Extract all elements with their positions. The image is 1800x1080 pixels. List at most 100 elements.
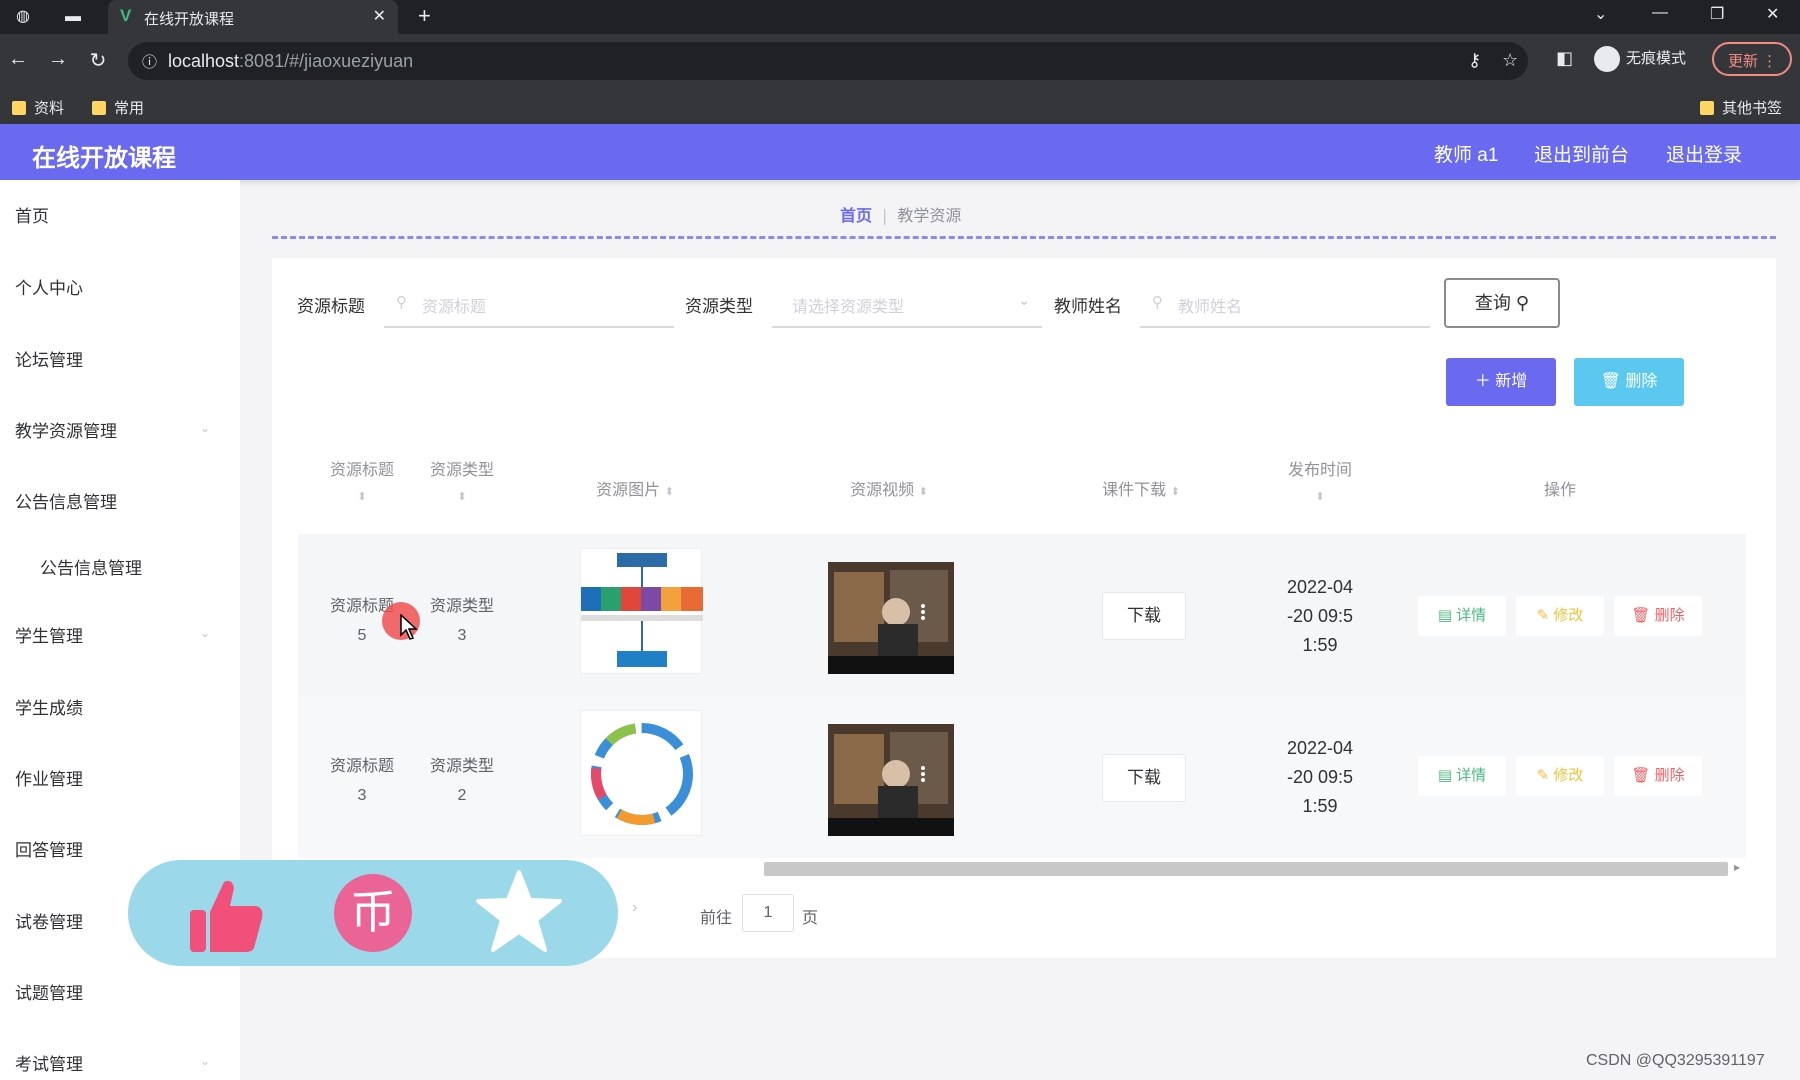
trash-icon: 🗑: [1600, 373, 1621, 390]
new-tab-icon[interactable]: +: [418, 3, 431, 29]
globe-icon[interactable]: ◍: [12, 6, 34, 28]
title-search-input[interactable]: ⚲ 资源标题: [384, 280, 674, 328]
download-button[interactable]: 下载: [1102, 592, 1186, 640]
resource-image[interactable]: [580, 548, 703, 674]
page-jump-input[interactable]: 1: [742, 894, 794, 932]
header-image[interactable]: 资源图片 ⬍: [580, 476, 690, 500]
folder-icon: [92, 101, 106, 115]
header-time[interactable]: 发布时间 ⬍: [1280, 456, 1360, 505]
query-button[interactable]: 查询 ⚲: [1444, 278, 1560, 328]
sidebar-item-questions[interactable]: 试题管理: [15, 979, 83, 1004]
sidebar-item-papers[interactable]: 试卷管理: [15, 908, 83, 933]
update-button[interactable]: 更新 ⋮: [1712, 42, 1792, 76]
download-button[interactable]: 下载: [1102, 754, 1186, 802]
sort-icon[interactable]: ⬍: [665, 485, 674, 498]
key-icon[interactable]: ⚷: [1468, 50, 1481, 71]
chevron-down-icon: ⌄: [1018, 292, 1030, 308]
back-icon[interactable]: ←: [6, 48, 30, 71]
favorite-star-icon[interactable]: [476, 868, 562, 954]
type-select[interactable]: 请选择资源类型 ⌄: [772, 280, 1042, 328]
chevron-down-icon: ⌄: [200, 626, 211, 640]
horizontal-scrollbar[interactable]: [764, 862, 1728, 876]
sidebar-item-resources[interactable]: 教学资源管理: [15, 417, 117, 442]
cell-time: 2022-04 -20 09:5 1:59: [1286, 738, 1354, 816]
app-title: 在线开放课程: [32, 145, 176, 172]
teacher-search-input[interactable]: ⚲ 教师姓名: [1140, 280, 1430, 328]
sidebar-item-home[interactable]: 首页: [15, 202, 49, 227]
browser-tab-bar: ◍ ▬ V 在线开放课程 ✕ + ⌄ — ❐ ✕: [0, 0, 1800, 34]
flowchart-image: [581, 553, 703, 667]
sort-icon[interactable]: ⬍: [1315, 490, 1324, 503]
header-type[interactable]: 资源类型 ⬍: [422, 456, 502, 505]
bookmark-folder[interactable]: 常用: [92, 97, 144, 118]
coin-icon[interactable]: 币: [334, 874, 412, 952]
sort-icon[interactable]: ⬍: [357, 490, 366, 503]
cell-type: 资源类型 2: [429, 758, 494, 804]
document-icon: ▤: [1437, 607, 1452, 624]
chevron-down-icon: ⌄: [200, 421, 211, 435]
incognito-profile[interactable]: 无痕模式: [1594, 46, 1686, 72]
current-user[interactable]: 教师 a1: [1434, 140, 1498, 167]
resource-image[interactable]: [580, 710, 702, 836]
sidebar-item-homework[interactable]: 作业管理: [15, 765, 83, 790]
reload-icon[interactable]: ↻: [86, 48, 110, 73]
plus-icon: ＋: [1474, 373, 1491, 390]
back-to-front-link[interactable]: 退出到前台: [1534, 140, 1629, 167]
sidebar-item-exams[interactable]: 考试管理: [15, 1050, 83, 1075]
sort-icon[interactable]: ⬍: [457, 490, 466, 503]
next-page-icon[interactable]: ›: [632, 899, 637, 917]
sidebar-item-profile[interactable]: 个人中心: [15, 274, 83, 299]
delete-button[interactable]: 🗑 删除: [1614, 596, 1702, 636]
sidebar-item-students[interactable]: 学生管理: [15, 622, 83, 647]
forward-icon[interactable]: →: [46, 48, 70, 71]
sidepanel-icon[interactable]: ◧: [1556, 48, 1573, 69]
sidebar-item-answers[interactable]: 回答管理: [15, 836, 83, 861]
add-button[interactable]: ＋ 新增: [1446, 358, 1556, 406]
search-icon: ⚲: [1515, 293, 1530, 313]
sidebar-item-forum[interactable]: 论坛管理: [15, 346, 83, 371]
restore-icon[interactable]: ❐: [1710, 4, 1724, 24]
folder-icon: [1700, 101, 1714, 115]
edit-button[interactable]: ✎ 修改: [1516, 756, 1604, 796]
thumbs-up-icon[interactable]: [188, 876, 264, 954]
breadcrumb-home[interactable]: 首页: [840, 208, 872, 225]
trash-icon: 🗑: [1631, 767, 1651, 784]
minimize-icon[interactable]: —: [1652, 4, 1668, 22]
close-window-icon[interactable]: ✕: [1766, 4, 1779, 24]
vue-logo-icon: V: [120, 6, 132, 25]
cycle-diagram-image: [591, 723, 693, 825]
resource-video[interactable]: [828, 562, 954, 674]
batch-delete-button[interactable]: 🗑 删除: [1574, 358, 1684, 406]
sidebar-subitem-notices[interactable]: 公告信息管理: [40, 554, 142, 579]
detail-button[interactable]: ▤ 详情: [1418, 596, 1506, 636]
edit-button[interactable]: ✎ 修改: [1516, 596, 1604, 636]
sort-icon[interactable]: ⬍: [919, 485, 928, 498]
bookmark-folder[interactable]: 资料: [12, 97, 64, 118]
video-thumbnail: [828, 562, 954, 674]
close-tab-icon[interactable]: ✕: [373, 6, 386, 26]
site-info-icon[interactable]: ⓘ: [142, 51, 157, 72]
tab-search-icon[interactable]: ⌄: [1594, 4, 1607, 24]
header-download[interactable]: 课件下载 ⬍: [1086, 476, 1196, 500]
detail-button[interactable]: ▤ 详情: [1418, 756, 1506, 796]
header-title[interactable]: 资源标题 ⬍: [322, 456, 402, 505]
pager-goto-label: 前往: [700, 910, 733, 927]
trash-icon: 🗑: [1631, 607, 1651, 624]
url-input[interactable]: ⓘ localhost:8081/#/jiaoxueziyuan ⚷ ☆: [128, 42, 1528, 80]
teacher-label: 教师姓名: [1054, 297, 1122, 316]
header-video[interactable]: 资源视频 ⬍: [834, 476, 944, 500]
delete-button[interactable]: 🗑 删除: [1614, 756, 1702, 796]
bookmark-star-icon[interactable]: ☆: [1502, 50, 1518, 71]
scroll-right-icon[interactable]: ▸: [1734, 860, 1740, 874]
sidebar-item-notices[interactable]: 公告信息管理: [15, 488, 117, 513]
like-coin-favorite-overlay: 币: [128, 860, 618, 966]
window-icon[interactable]: ▬: [62, 6, 84, 28]
sidebar-item-grades[interactable]: 学生成绩: [15, 694, 83, 719]
other-bookmarks[interactable]: 其他书签: [1700, 97, 1782, 118]
resource-video[interactable]: [828, 724, 954, 836]
breadcrumb-separator-icon: ❘: [878, 208, 892, 225]
browser-tab[interactable]: V 在线开放课程 ✕: [108, 0, 398, 34]
logout-link[interactable]: 退出登录: [1666, 140, 1742, 167]
sort-icon[interactable]: ⬍: [1171, 485, 1180, 498]
pager-page-label: 页: [802, 910, 819, 927]
